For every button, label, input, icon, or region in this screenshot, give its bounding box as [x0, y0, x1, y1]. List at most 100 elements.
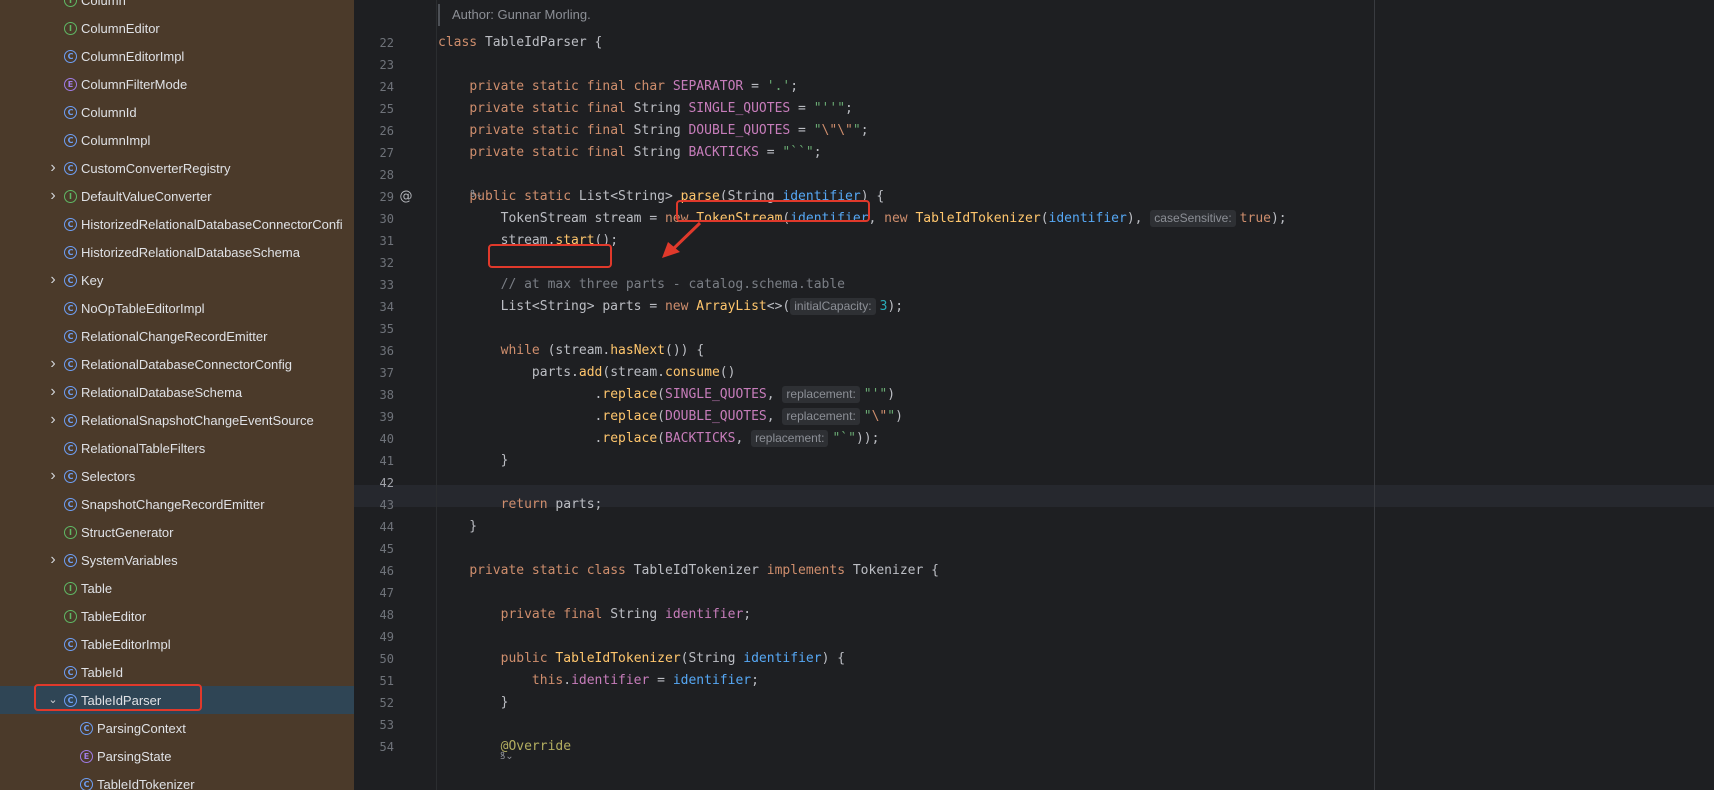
tree-item[interactable]: C ParsingContext — [0, 714, 354, 742]
code-line[interactable]: 34 List<String> parts = new ArrayList<>(… — [354, 296, 1714, 318]
tree-item[interactable]: › C RelationalDatabaseConnectorConfig — [0, 350, 354, 378]
line-number: 51 — [379, 674, 394, 688]
code-line[interactable]: 46 private static class TableIdTokenizer… — [354, 560, 1714, 582]
tree-item[interactable]: C ColumnEditorImpl — [0, 42, 354, 70]
tree-item[interactable]: C HistorizedRelationalDatabaseSchema — [0, 238, 354, 266]
code-line[interactable]: 25 private static final String SINGLE_QU… — [354, 98, 1714, 120]
inlay-hint-icon[interactable]: ꝸ⌄ — [500, 748, 514, 762]
code-line[interactable]: 36 while (stream.hasNext()) { — [354, 340, 1714, 362]
tree-item[interactable]: › C Key — [0, 266, 354, 294]
tree-item[interactable]: C RelationalChangeRecordEmitter — [0, 322, 354, 350]
code-line[interactable]: 24 private static final char SEPARATOR =… — [354, 76, 1714, 98]
code-line[interactable]: 48 private final String identifier; — [354, 604, 1714, 626]
chevron-right-icon[interactable]: › — [46, 160, 60, 176]
code-text: .replace(SINGLE_QUOTES, replacement: "'") — [438, 386, 896, 403]
tree-item[interactable]: C HistorizedRelationalDatabaseConnectorCo… — [0, 210, 354, 238]
code-line[interactable]: 51 this.identifier = identifier; — [354, 670, 1714, 692]
tree-item[interactable]: C TableEditorImpl — [0, 630, 354, 658]
code-line[interactable]: 45 — [354, 538, 1714, 560]
line-number: 49 — [379, 630, 394, 644]
tree-item[interactable]: › I DefaultValueConverter — [0, 182, 354, 210]
class-icon: C — [64, 469, 77, 483]
line-number: 42 — [379, 476, 394, 490]
chevron-right-icon[interactable]: › — [46, 468, 60, 484]
line-number: 24 — [379, 80, 394, 94]
class-icon: C — [64, 217, 77, 231]
chevron-right-icon[interactable]: › — [46, 356, 60, 372]
code-line[interactable]: 52 } — [354, 692, 1714, 714]
line-number: 54 — [379, 740, 394, 754]
code-line[interactable]: 29 @ public static List<String> parse(Str… — [354, 186, 1714, 208]
code-text: public TableIdTokenizer(String identifie… — [500, 651, 846, 666]
tree-item-label: SystemVariables — [81, 552, 178, 568]
line-number: 38 — [379, 388, 394, 402]
class-icon: C — [64, 553, 77, 567]
tree-item[interactable]: I ColumnEditor — [0, 14, 354, 42]
chevron-right-icon[interactable]: › — [46, 384, 60, 400]
code-line[interactable]: 44 } — [354, 516, 1714, 538]
chevron-right-icon[interactable]: › — [46, 552, 60, 568]
tree-item[interactable]: C ColumnId — [0, 98, 354, 126]
chevron-right-icon[interactable]: › — [46, 412, 60, 428]
tree-item[interactable]: I TableEditor — [0, 602, 354, 630]
inlay-hint-icon[interactable]: ꝸ⌄ — [470, 186, 484, 200]
line-number: 53 — [379, 718, 394, 732]
code-line[interactable]: 47 — [354, 582, 1714, 604]
code-line[interactable]: 43 return parts; — [354, 494, 1714, 516]
tree-item-label: ColumnEditorImpl — [81, 48, 185, 64]
line-number: 29 — [379, 190, 394, 204]
tree-item-label: ColumnImpl — [81, 132, 151, 148]
tree-item[interactable]: I Column — [0, 0, 354, 14]
tree-item[interactable]: C SnapshotChangeRecordEmitter — [0, 490, 354, 518]
code-line[interactable]: 30 TokenStream stream = new TokenStream(… — [354, 208, 1714, 230]
code-line[interactable]: 49 — [354, 626, 1714, 648]
code-editor[interactable]: Author: Gunnar Morling. 22 class TableIdP… — [354, 0, 1714, 790]
tree-item-label: RelationalTableFilters — [81, 440, 206, 456]
tree-item-label: TableEditorImpl — [81, 636, 171, 652]
code-line[interactable]: 33 // at max three parts - catalog.schem… — [354, 274, 1714, 296]
tree-item[interactable]: C ColumnImpl — [0, 126, 354, 154]
line-number: 22 — [379, 36, 394, 50]
at-usage-icon[interactable]: @ — [398, 189, 414, 205]
tree-item[interactable]: › C CustomConverterRegistry — [0, 154, 354, 182]
tree-item[interactable]: E ColumnFilterMode — [0, 70, 354, 98]
tree-item[interactable]: C NoOpTableEditorImpl — [0, 294, 354, 322]
code-line[interactable]: 23 — [354, 54, 1714, 76]
line-number: 35 — [379, 322, 394, 336]
code-line[interactable]: 40 .replace(BACKTICKS, replacement: "`"))… — [354, 428, 1714, 450]
code-line[interactable]: 35 — [354, 318, 1714, 340]
tree-item[interactable]: I Table — [0, 574, 354, 602]
tree-item[interactable]: C TableId — [0, 658, 354, 686]
code-line[interactable]: 39 .replace(DOUBLE_QUOTES, replacement: "… — [354, 406, 1714, 428]
tree-item[interactable]: › C RelationalSnapshotChangeEventSource — [0, 406, 354, 434]
code-line[interactable]: 54 @Override — [354, 736, 1714, 758]
chevron-right-icon[interactable]: › — [46, 272, 60, 288]
code-line[interactable]: 27 private static final String BACKTICKS… — [354, 142, 1714, 164]
code-line[interactable]: 50 public TableIdTokenizer(String identi… — [354, 648, 1714, 670]
code-line[interactable]: 26 private static final String DOUBLE_QU… — [354, 120, 1714, 142]
code-line[interactable]: 22 class TableIdParser { — [354, 32, 1714, 54]
tree-item[interactable]: E ParsingState — [0, 742, 354, 770]
code-line[interactable]: 37 parts.add(stream.consume() — [354, 362, 1714, 384]
line-number: 43 — [379, 498, 394, 512]
chevron-right-icon[interactable]: › — [46, 188, 60, 204]
author-name: Gunnar Morling. — [497, 7, 591, 22]
code-line[interactable]: 38 .replace(SINGLE_QUOTES, replacement: "… — [354, 384, 1714, 406]
tree-item[interactable]: › C RelationalDatabaseSchema — [0, 378, 354, 406]
tree-item[interactable]: C TableIdTokenizer — [0, 770, 354, 790]
code-line[interactable]: 28 — [354, 164, 1714, 186]
code-text: private static class TableIdTokenizer im… — [469, 563, 939, 578]
tree-item[interactable]: C RelationalTableFilters — [0, 434, 354, 462]
line-number: 33 — [379, 278, 394, 292]
enum-icon: E — [80, 749, 93, 763]
class-icon: C — [64, 385, 77, 399]
code-line[interactable]: 42 — [354, 472, 1714, 494]
tree-item[interactable]: I StructGenerator — [0, 518, 354, 546]
tree-item[interactable]: › C Selectors — [0, 462, 354, 490]
tree-item[interactable]: › C SystemVariables — [0, 546, 354, 574]
code-line[interactable]: 53 — [354, 714, 1714, 736]
class-icon: C — [64, 105, 77, 119]
tree-item-label: CustomConverterRegistry — [81, 160, 231, 176]
code-line[interactable]: 41 } — [354, 450, 1714, 472]
line-number: 48 — [379, 608, 394, 622]
